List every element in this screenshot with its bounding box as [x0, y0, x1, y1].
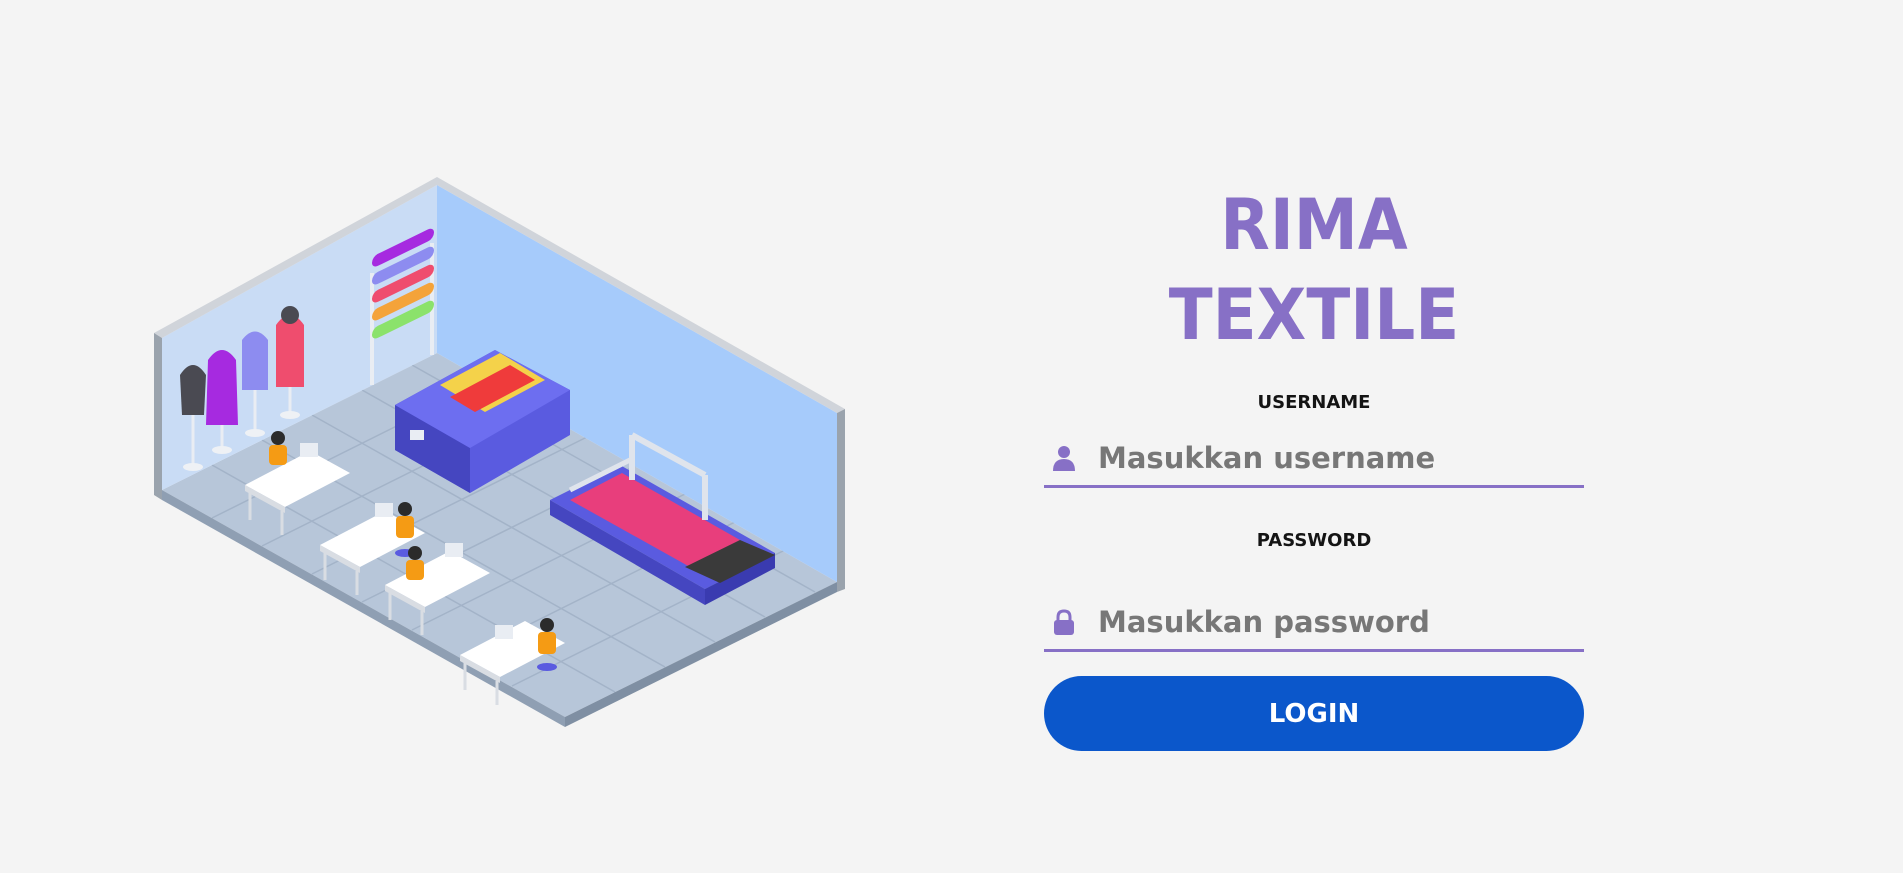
brand-title: RIMA TEXTILE: [1168, 184, 1460, 356]
login-button[interactable]: LOGIN: [1044, 676, 1584, 751]
password-input[interactable]: [1098, 605, 1538, 639]
username-label: USERNAME: [1257, 392, 1371, 413]
username-input[interactable]: [1098, 441, 1538, 475]
password-label: PASSWORD: [1256, 530, 1372, 551]
username-field-wrapper: [1044, 431, 1584, 488]
lock-icon: [1052, 608, 1076, 636]
user-icon: [1052, 444, 1076, 472]
password-field-wrapper: [1044, 595, 1584, 652]
login-form: RIMA TEXTILE USERNAME PASSWORD LOGIN: [1044, 180, 1584, 751]
textile-factory-illustration: [154, 177, 845, 727]
login-page: RIMA TEXTILE USERNAME PASSWORD LOGIN: [0, 0, 1903, 873]
